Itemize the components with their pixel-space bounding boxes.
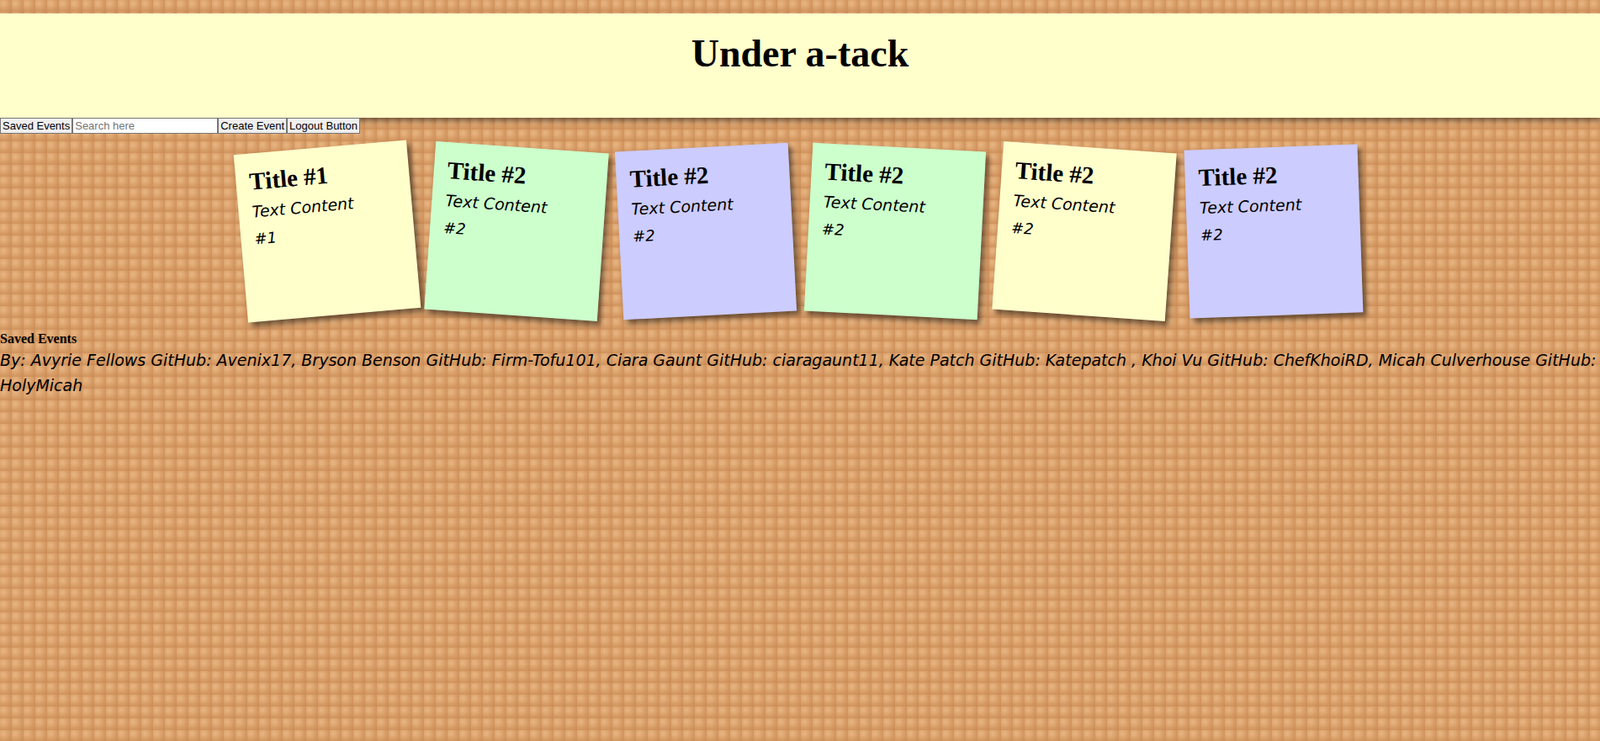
sticky-note[interactable]: Title #2Text Content#2 — [991, 141, 1177, 322]
note-title: Title #2 — [1197, 158, 1346, 192]
note-number: #2 — [1199, 220, 1347, 246]
toolbar-button[interactable]: Logout Button — [286, 117, 361, 134]
note-title: Title #1 — [248, 154, 397, 197]
notes-board: Title #1Text Content#1Title #2Text Conte… — [0, 147, 1600, 316]
note-number: #1 — [253, 216, 401, 250]
note-content: Text Content — [822, 190, 970, 221]
sticky-note[interactable]: Title #1Text Content#1 — [233, 139, 421, 323]
credits: By: Avyrie Fellows GitHub: Avenix17, Bry… — [0, 347, 1600, 398]
saved-events-heading: Saved Events — [0, 330, 1600, 348]
note-number: #2 — [1010, 217, 1158, 249]
toolbar: Saved Events Create EventLogout Button — [0, 117, 1600, 134]
note-number: #2 — [631, 218, 779, 247]
note-content: Text Content — [1011, 189, 1160, 222]
note-content: Text Content — [1198, 191, 1346, 219]
toolbar-button[interactable]: Create Event — [217, 117, 287, 134]
sticky-note[interactable]: Title #2Text Content#2 — [1183, 143, 1363, 318]
sticky-note[interactable]: Title #2Text Content#2 — [614, 143, 796, 321]
note-number: #2 — [442, 217, 590, 249]
header: Under a-tack — [0, 13, 1600, 118]
sticky-note[interactable]: Title #2Text Content#2 — [803, 143, 986, 321]
note-title: Title #2 — [445, 155, 594, 195]
saved-events-button[interactable]: Saved Events — [0, 117, 73, 134]
note-title: Title #2 — [628, 157, 777, 194]
note-number: #2 — [821, 218, 969, 247]
sticky-note[interactable]: Title #2Text Content#2 — [423, 141, 609, 322]
site-title: Under a-tack — [0, 31, 1600, 76]
note-title: Title #2 — [1013, 155, 1162, 195]
page: Under a-tack Saved Events Create EventLogo… — [0, 0, 1600, 741]
search-input[interactable] — [72, 117, 218, 134]
note-title: Title #2 — [823, 157, 972, 194]
note-content: Text Content — [630, 190, 778, 221]
note-content: Text Content — [444, 189, 592, 222]
